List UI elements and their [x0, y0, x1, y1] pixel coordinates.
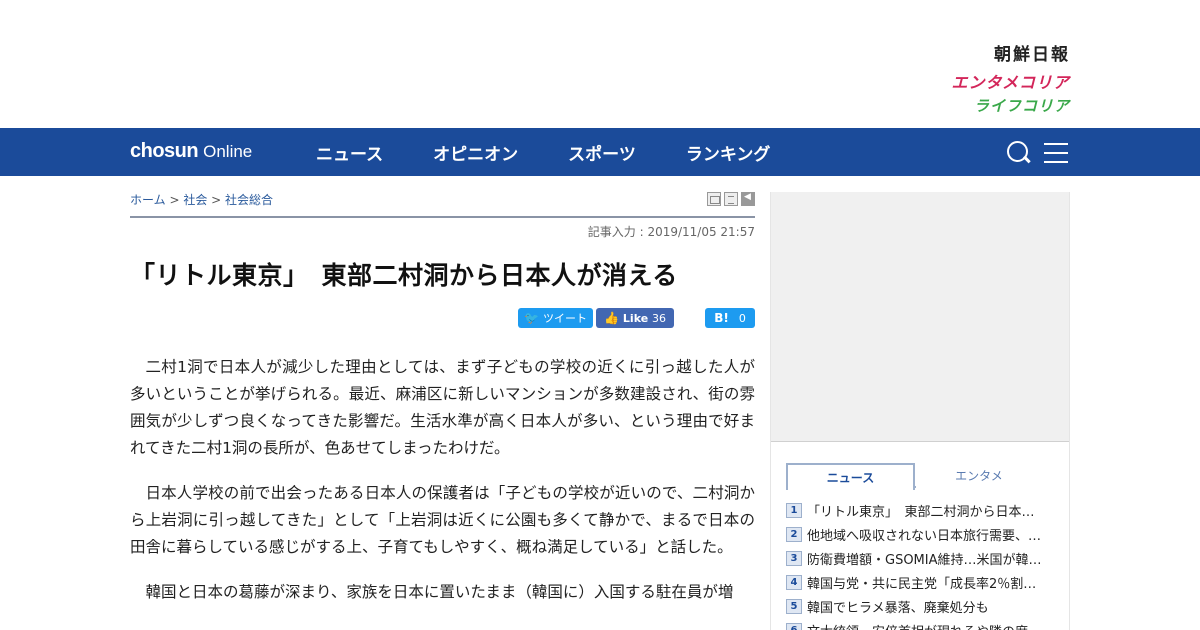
nav-item-opinion[interactable]: オピニオン — [433, 140, 518, 165]
rank-number: 6 — [786, 622, 802, 630]
nav-item-ranking[interactable]: ランキング — [686, 140, 771, 165]
ad-placeholder — [771, 192, 1069, 442]
chosun-ilbo-link[interactable]: 朝鮮日報 — [951, 40, 1070, 65]
ranking-item[interactable]: 2 他地域へ吸収されない日本旅行需要、… — [786, 522, 1056, 546]
breadcrumb-home[interactable]: ホーム — [130, 193, 166, 207]
breadcrumb-society-general[interactable]: 社会総合 — [225, 193, 273, 207]
ranking-tabs: ニュース エンタメ — [786, 463, 1042, 490]
rank-number: 1 — [786, 502, 802, 518]
life-korea-link[interactable]: ライフコリア — [951, 95, 1070, 116]
breadcrumb-society[interactable]: 社会 — [183, 193, 207, 207]
breadcrumb-separator: > — [165, 193, 184, 207]
article-body: 二村1洞で日本人が減少した理由としては、まず子どもの学校の近くに引っ越した人が多… — [130, 354, 755, 624]
nav-item-news[interactable]: ニュース — [316, 140, 383, 165]
like-label: Like — [622, 311, 649, 325]
thumbs-up-icon: 👍 — [603, 311, 619, 325]
rank-title: 「リトル東京」 東部二村洞から日本… — [807, 504, 1035, 520]
rank-title: 韓国与党・共に民主党「成長率2％割… — [807, 576, 1037, 592]
list-icon[interactable] — [724, 192, 738, 206]
search-icon[interactable] — [1006, 140, 1032, 166]
nav-icons — [1006, 140, 1068, 166]
tab-news[interactable]: ニュース — [786, 463, 915, 490]
main-navbar: chosun Online ニュース オピニオン スポーツ ランキング — [0, 128, 1200, 176]
rank-title: 防衛費増額・GSOMIA維持…米国が韓… — [807, 552, 1042, 568]
hatena-icon: B! — [714, 311, 729, 325]
paragraph: 二村1洞で日本人が減少した理由としては、まず子どもの学校の近くに引っ越した人が多… — [130, 358, 755, 457]
rank-number: 4 — [786, 574, 802, 590]
rank-title: 文大統領 安倍首相が現れるや隣の席… — [807, 621, 1047, 630]
print-icon[interactable] — [707, 192, 721, 206]
tab-entame[interactable]: エンタメ — [916, 463, 1042, 488]
tweet-label: ツイート — [542, 312, 587, 325]
rank-number: 5 — [786, 598, 802, 614]
entame-korea-link[interactable]: エンタメコリア — [951, 69, 1070, 93]
ranking-item[interactable]: 3 防衛費増額・GSOMIA維持…米国が韓… — [786, 546, 1056, 570]
paragraph: 韓国と日本の葛藤が深まり、家族を日本に置いたまま（韓国に）入国する駐在員が増 — [145, 583, 734, 601]
ranking-item[interactable]: 4 韓国与党・共に民主党「成長率2％割… — [786, 570, 1056, 594]
nav-item-sports[interactable]: スポーツ — [568, 140, 636, 165]
logo-bold-text: chosun — [130, 140, 199, 162]
ranking-item[interactable]: 5 韓国でヒラメ暴落、廃棄処分も — [786, 594, 1056, 618]
tweet-button[interactable]: 🐦 ツイート — [518, 308, 593, 328]
hatena-count: 0 — [738, 311, 746, 325]
like-count: 36 — [652, 311, 667, 325]
divider — [130, 216, 755, 218]
back-icon[interactable] — [741, 192, 755, 206]
rank-number: 2 — [786, 526, 802, 542]
sidebar: ニュース エンタメ 1 「リトル東京」 東部二村洞から日本… 2 他地域へ吸収されな… — [770, 192, 1070, 630]
article-datetime: 記事入力 : 2019/11/05 21:57 — [587, 225, 755, 239]
rank-title: 他地域へ吸収されない日本旅行需要、… — [807, 528, 1042, 544]
paragraph: 日本人学校の前で出会ったある日本人の保護者は「子どもの学校が近いので、二村洞から… — [130, 484, 755, 556]
site-header: 朝鮮日報 エンタメコリア ライフコリア — [0, 0, 1200, 128]
facebook-like-button[interactable]: 👍 Like 36 — [596, 308, 674, 328]
logo-light-text: Online — [203, 142, 253, 161]
ranking-list: 1 「リトル東京」 東部二村洞から日本… 2 他地域へ吸収されない日本旅行需要、… … — [786, 498, 1056, 630]
nav-menu: ニュース オピニオン スポーツ ランキング — [316, 128, 820, 176]
article-headline: 「リトル東京」 東部二村洞から日本人が消える — [130, 261, 678, 290]
rank-title: 韓国でヒラメ暴落、廃棄処分も — [807, 600, 989, 616]
hamburger-menu-icon[interactable] — [1044, 142, 1068, 164]
brand-links: 朝鮮日報 エンタメコリア ライフコリア — [951, 40, 1070, 116]
ranking-item[interactable]: 6 文大統領 安倍首相が現れるや隣の席… — [786, 618, 1056, 630]
breadcrumb: ホーム > 社会 > 社会総合 — [130, 191, 273, 208]
ranking-item[interactable]: 1 「リトル東京」 東部二村洞から日本… — [786, 498, 1056, 522]
rank-number: 3 — [786, 550, 802, 566]
twitter-bird-icon: 🐦 — [524, 311, 539, 325]
article-tools — [704, 192, 755, 206]
share-buttons: 🐦 ツイート 👍 Like 36 B! 0 — [518, 308, 755, 328]
chosun-online-logo[interactable]: chosun Online — [130, 140, 252, 163]
breadcrumb-separator: > — [207, 193, 226, 207]
hatena-bookmark-button[interactable]: B! 0 — [705, 308, 755, 328]
